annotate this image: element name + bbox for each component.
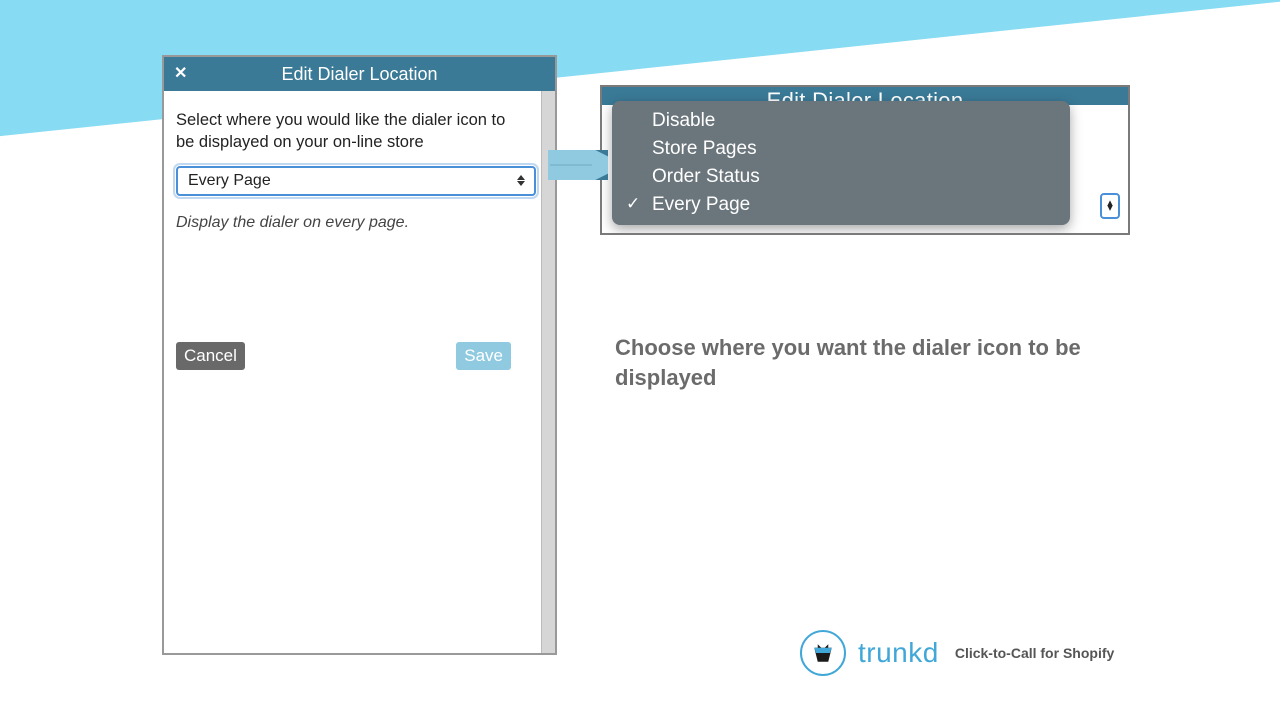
- brand-tagline: Click-to-Call for Shopify: [955, 645, 1114, 661]
- option-store-pages[interactable]: Store Pages: [612, 135, 1070, 163]
- brand-footer: trunkd Click-to-Call for Shopify: [800, 630, 1114, 676]
- save-button[interactable]: Save: [456, 342, 511, 370]
- trunkd-logo-icon: [800, 630, 846, 676]
- brand-name: trunkd: [858, 637, 939, 669]
- location-select-menu: Disable Store Pages Order Status Every P…: [612, 101, 1070, 225]
- dialog-header: ✕ Edit Dialer Location: [164, 57, 555, 91]
- option-every-page[interactable]: Every Page: [612, 191, 1070, 219]
- option-disable[interactable]: Disable: [612, 107, 1070, 135]
- cancel-button[interactable]: Cancel: [176, 342, 245, 370]
- option-order-status[interactable]: Order Status: [612, 163, 1070, 191]
- dialog-title: Edit Dialer Location: [281, 64, 437, 85]
- location-select-value: Every Page: [188, 172, 271, 190]
- caption-text: Choose where you want the dialer icon to…: [615, 333, 1115, 392]
- helper-text: Display the dialer on every page.: [176, 214, 533, 232]
- close-icon[interactable]: ✕: [174, 66, 187, 82]
- dialog-instruction: Select where you would like the dialer i…: [176, 109, 516, 154]
- flow-arrow-icon: [548, 150, 608, 180]
- location-select[interactable]: Every Page: [176, 166, 536, 196]
- dropdown-expanded-preview: Edit Dialer Location Disable Store Pages…: [600, 85, 1130, 235]
- select-caret-peek: [1100, 193, 1120, 219]
- edit-dialer-location-dialog: ✕ Edit Dialer Location Select where you …: [162, 55, 557, 655]
- chevron-updown-icon: [516, 173, 526, 189]
